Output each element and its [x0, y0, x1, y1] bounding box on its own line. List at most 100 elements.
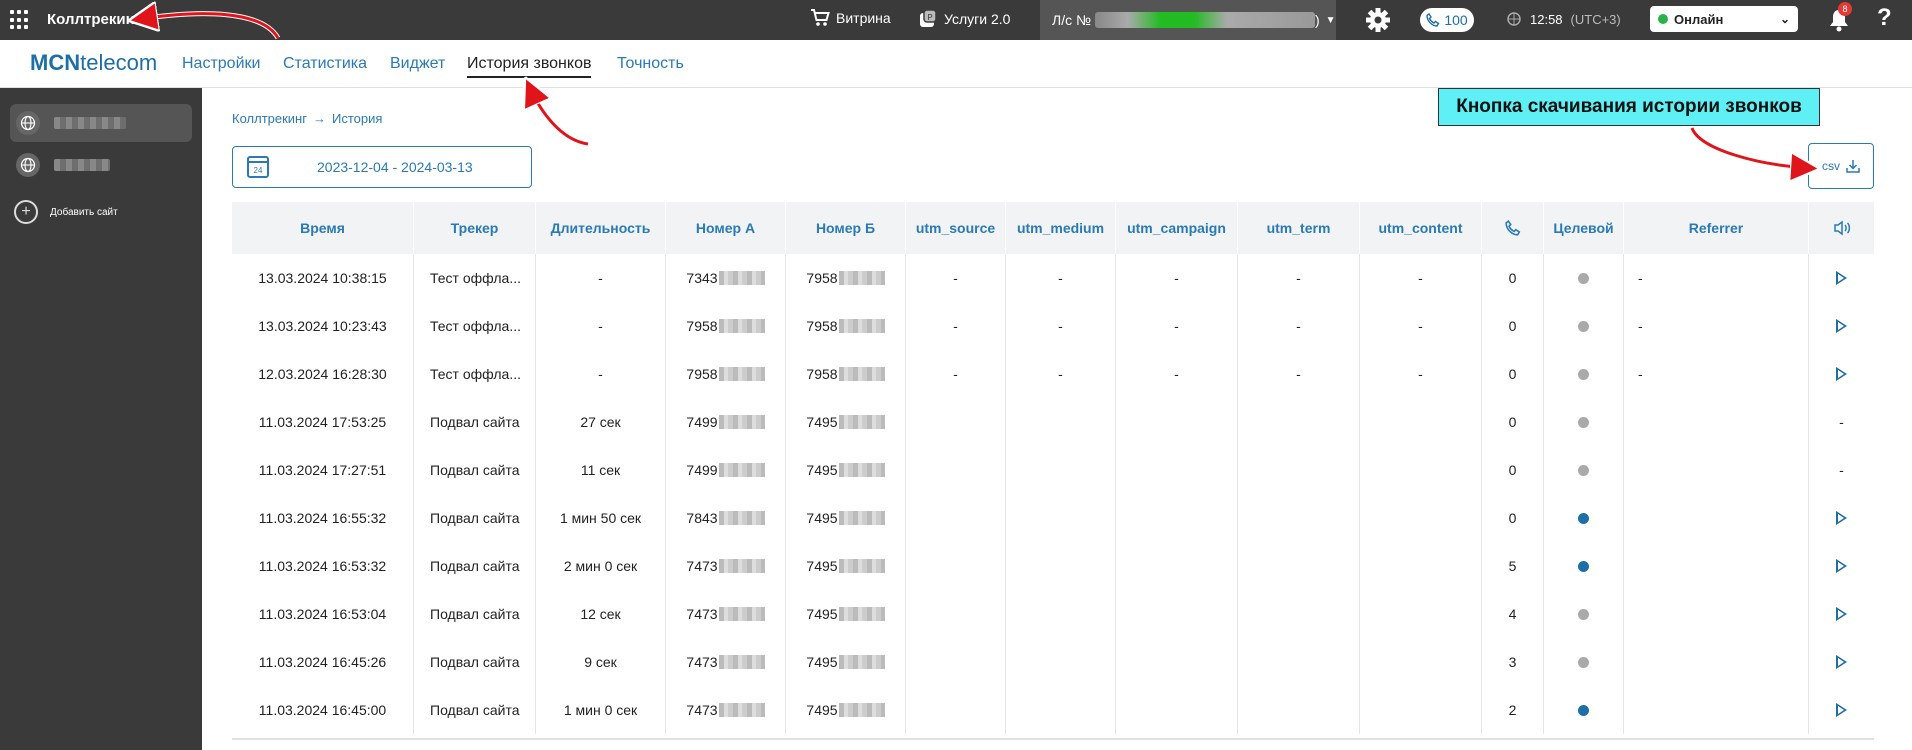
table-row[interactable]: 11.03.2024 16:45:26 Подвал сайта 9 сек 7473… [232, 638, 1874, 686]
cell-utm-campaign: - [1116, 302, 1238, 350]
cell-number-b: 7495 [786, 638, 906, 686]
phone-masked [838, 319, 885, 333]
table-row[interactable]: 11.03.2024 16:55:32 Подвал сайта 1 мин 50 … [232, 494, 1874, 542]
phone-masked [838, 367, 885, 381]
add-site-button[interactable]: + Добавить сайт [14, 200, 118, 224]
cell-utm-content: - [1360, 254, 1482, 302]
col-number-a[interactable]: Номер А [666, 202, 786, 254]
table-row[interactable]: 13.03.2024 10:23:43 Тест оффла... -7958 795… [232, 302, 1874, 350]
col-number-b[interactable]: Номер Б [786, 202, 906, 254]
help-icon[interactable]: ? [1877, 4, 1892, 32]
table-row[interactable]: 11.03.2024 16:53:04 Подвал сайта 12 сек 747… [232, 590, 1874, 638]
calls-counter[interactable]: 100 [1420, 8, 1474, 32]
tab-accuracy[interactable]: Точность [617, 55, 684, 73]
table-row[interactable]: 13.03.2024 10:38:15 Тест оффла... -7343 795… [232, 254, 1874, 302]
col-tracker[interactable]: Трекер [414, 202, 536, 254]
svg-text:P: P [927, 13, 932, 22]
cell-utm-source: - [906, 254, 1006, 302]
table-row[interactable]: 11.03.2024 17:27:51 Подвал сайта 11 сек 749… [232, 446, 1874, 494]
app-title: Коллтрекинг [47, 11, 141, 28]
chevron-down-icon: ⌄ [1779, 12, 1790, 26]
cell-utm-campaign [1116, 638, 1238, 686]
notifications-badge: 8 [1838, 2, 1852, 16]
col-utm-campaign[interactable]: utm_campaign [1116, 202, 1238, 254]
tab-call-history[interactable]: История звонков [467, 55, 592, 78]
non-target-dot-icon[interactable] [1578, 320, 1589, 332]
cell-tracker: Подвал сайта [414, 590, 536, 638]
table-row[interactable]: 12.03.2024 16:28:30 Тест оффла... -7958 795… [232, 350, 1874, 398]
play-icon[interactable] [1836, 703, 1847, 717]
cell-target [1544, 302, 1624, 350]
cell-utm-content: - [1360, 302, 1482, 350]
play-icon[interactable] [1836, 607, 1847, 621]
date-range-picker[interactable]: 24 2023-12-04 - 2024-03-13 [232, 146, 532, 188]
phone-masked [718, 703, 765, 717]
phone-masked [718, 511, 765, 525]
non-target-dot-icon[interactable] [1578, 272, 1589, 284]
col-duration[interactable]: Длительность [536, 202, 666, 254]
target-dot-icon[interactable] [1578, 512, 1589, 524]
play-icon[interactable] [1836, 319, 1847, 333]
phone-prefix: 7495 [806, 414, 838, 430]
cell-utm-term [1238, 686, 1360, 734]
breadcrumb-root[interactable]: Коллтрекинг [232, 111, 307, 126]
table-row[interactable]: 11.03.2024 16:45:00 Подвал сайта 1 мин 0 с… [232, 686, 1874, 734]
cell-number-b: 7495 [786, 494, 906, 542]
phone-masked [718, 655, 765, 669]
phone-prefix: 7495 [806, 462, 838, 478]
play-icon[interactable] [1836, 655, 1847, 669]
tab-settings[interactable]: Настройки [182, 55, 260, 73]
target-dot-icon[interactable] [1578, 704, 1589, 716]
mcn-logo[interactable]: MCNtelecom [30, 50, 157, 76]
table-row[interactable]: 11.03.2024 16:53:32 Подвал сайта 2 мин 0 с… [232, 542, 1874, 590]
tab-widget[interactable]: Виджет [390, 55, 445, 73]
non-target-dot-icon[interactable] [1578, 656, 1589, 668]
col-referrer[interactable]: Referrer [1624, 202, 1809, 254]
call-history-table: Время Трекер Длительность Номер А Номер … [232, 202, 1874, 734]
globe-icon [16, 111, 40, 135]
col-target[interactable]: Целевой [1544, 202, 1624, 254]
cell-utm-campaign: - [1116, 350, 1238, 398]
cell-utm-content [1360, 638, 1482, 686]
apps-grid-icon[interactable] [10, 10, 30, 30]
play-icon[interactable] [1836, 559, 1847, 573]
col-utm-medium[interactable]: utm_medium [1006, 202, 1116, 254]
col-utm-content[interactable]: utm_content [1360, 202, 1482, 254]
status-select[interactable]: Онлайн ⌄ [1650, 6, 1798, 32]
cell-recording: - [1809, 398, 1874, 446]
col-utm-term[interactable]: utm_term [1238, 202, 1360, 254]
services-link[interactable]: P Услуги 2.0 [918, 9, 1010, 29]
top-bar: Коллтрекинг Витрина P Услуги 2.0 Л/с № )… [0, 0, 1912, 40]
globe-network-icon [1507, 12, 1521, 26]
target-dot-icon[interactable] [1578, 560, 1589, 572]
gear-icon[interactable] [1365, 7, 1391, 33]
cell-tracker: Подвал сайта [414, 542, 536, 590]
col-recording[interactable] [1809, 202, 1874, 254]
logo-bold: MCN [30, 50, 81, 75]
sidebar-site-item[interactable] [10, 104, 192, 142]
current-time: 12:58 [1530, 11, 1563, 27]
non-target-dot-icon[interactable] [1578, 464, 1589, 476]
sidebar-site-item[interactable] [10, 146, 192, 184]
breadcrumb-arrow-icon: → [312, 111, 326, 126]
play-icon[interactable] [1836, 271, 1847, 285]
col-utm-source[interactable]: utm_source [906, 202, 1006, 254]
col-time[interactable]: Время [232, 202, 414, 254]
play-icon[interactable] [1836, 367, 1847, 381]
non-target-dot-icon[interactable] [1578, 368, 1589, 380]
non-target-dot-icon[interactable] [1578, 416, 1589, 428]
showcase-link[interactable]: Витрина [810, 9, 891, 27]
table-body: 13.03.2024 10:38:15 Тест оффла... -7343 795… [232, 254, 1874, 734]
play-icon[interactable] [1836, 511, 1847, 525]
tab-statistics[interactable]: Статистика [283, 55, 367, 73]
account-selector[interactable]: Л/с № ) ▼ [1040, 0, 1336, 40]
cell-calls-count: 0 [1482, 398, 1544, 446]
cell-duration: - [536, 302, 666, 350]
col-calls-count[interactable] [1482, 202, 1544, 254]
cell-duration: 27 сек [536, 398, 666, 446]
phone-masked [838, 655, 885, 669]
table-row[interactable]: 11.03.2024 17:53:25 Подвал сайта 27 сек 749… [232, 398, 1874, 446]
csv-download-button[interactable]: csv [1808, 143, 1874, 189]
cell-utm-medium [1006, 590, 1116, 638]
non-target-dot-icon[interactable] [1578, 608, 1589, 620]
